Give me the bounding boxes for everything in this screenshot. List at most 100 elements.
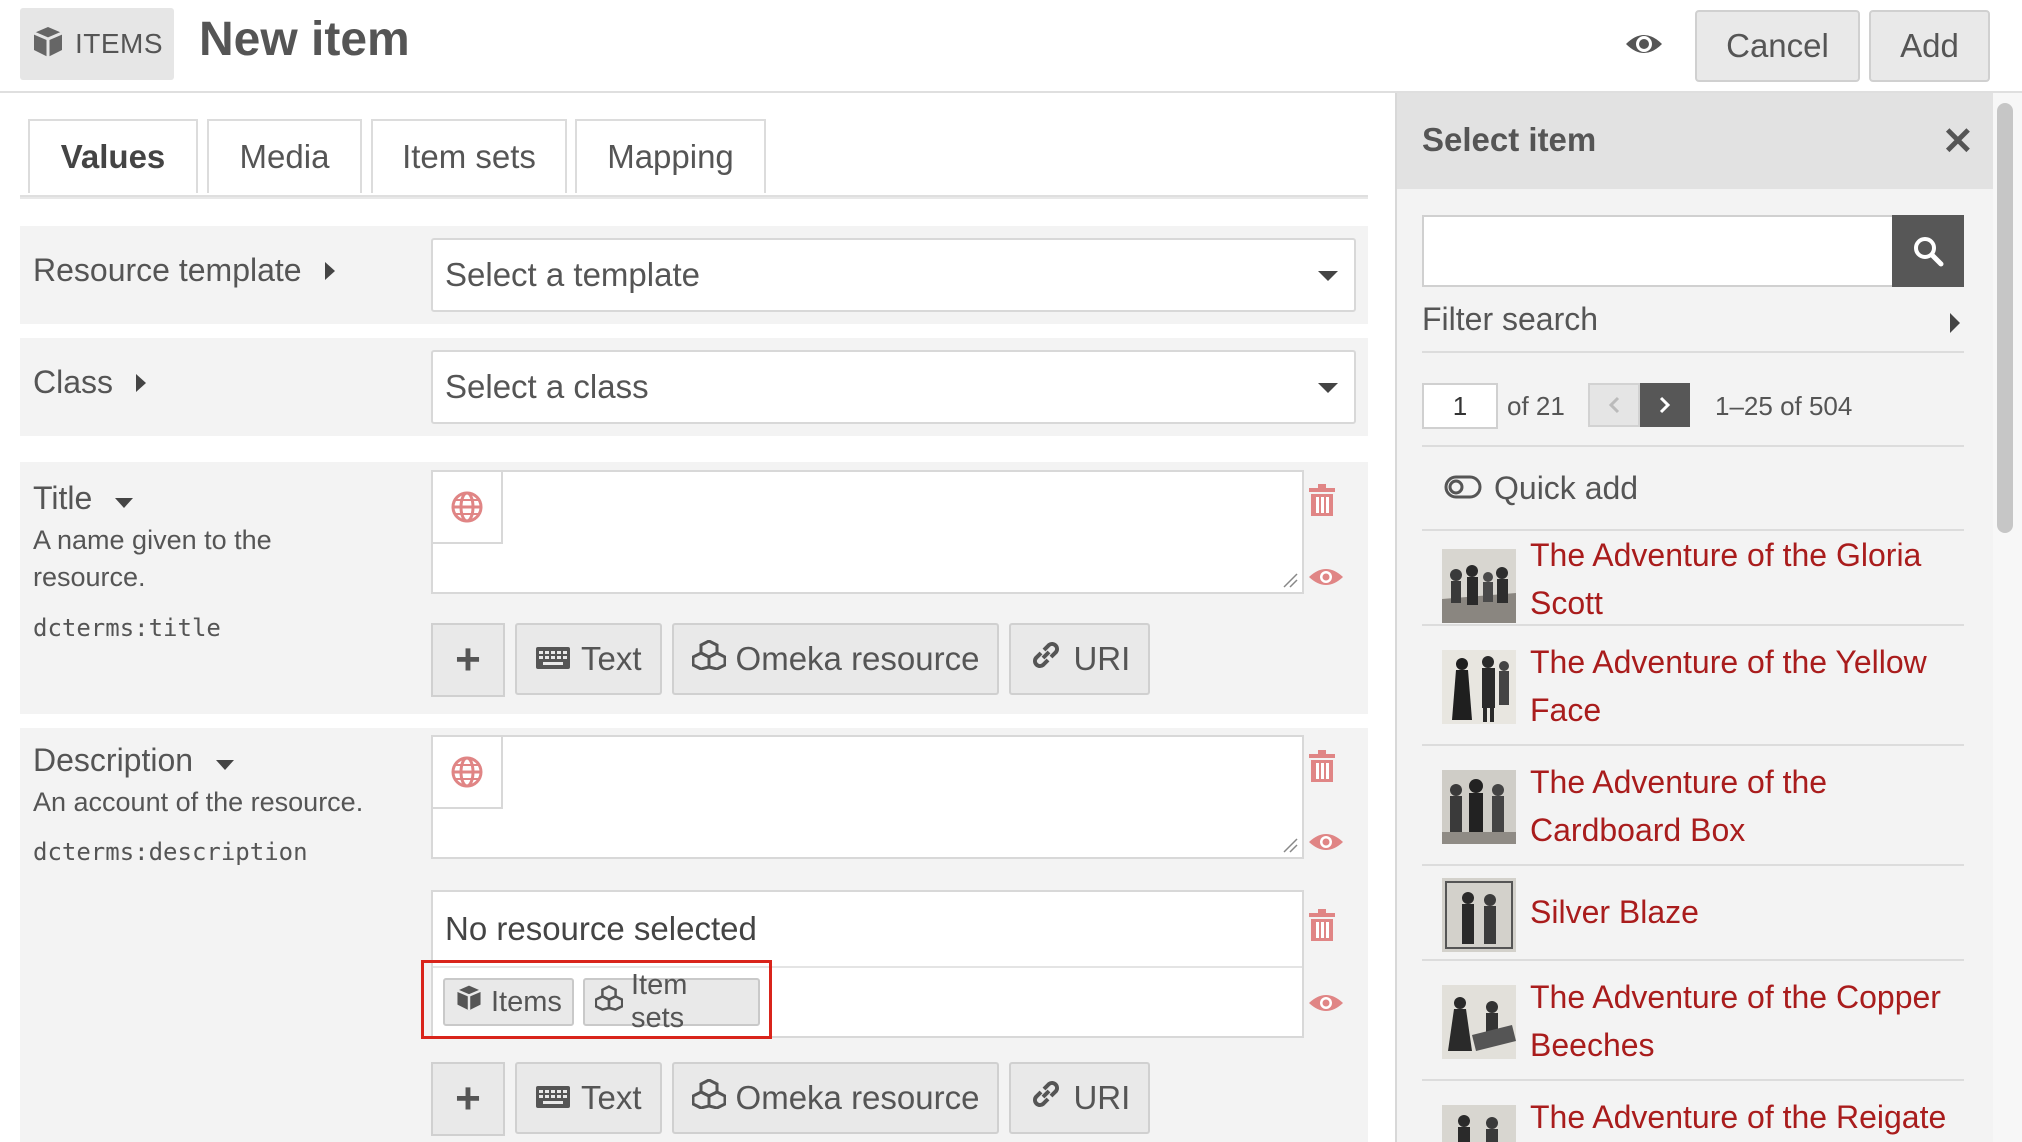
caret-down-icon[interactable] — [215, 742, 235, 779]
sidebar-scrollbar-thumb[interactable] — [1997, 103, 2013, 533]
link-icon — [1029, 1077, 1063, 1119]
caret-right-icon[interactable] — [135, 364, 147, 401]
tab-media[interactable]: Media — [207, 119, 362, 193]
results-range: 1–25 of 504 — [1715, 391, 1853, 421]
item-title-link[interactable]: The Adventure of the Gloria Scott — [1530, 531, 1960, 627]
chevron-left-icon — [1608, 396, 1620, 414]
eye-icon[interactable] — [1624, 28, 1664, 65]
eye-icon[interactable] — [1308, 829, 1344, 860]
resize-handle-icon[interactable] — [1282, 572, 1298, 588]
search-icon[interactable] — [1892, 215, 1964, 287]
list-item[interactable]: Silver Blaze — [1422, 866, 1964, 961]
quick-add-toggle[interactable]: Quick add — [1422, 447, 1964, 531]
previous-page-button[interactable] — [1588, 383, 1640, 427]
item-form: Values Media Item sets Mapping Resource … — [20, 95, 1368, 1142]
list-item[interactable]: The Adventure of the Copper Beeches — [1422, 961, 1964, 1081]
add-text-button[interactable]: Text — [515, 623, 662, 695]
title-add-value-bar: + Text Omeka resource URI — [431, 623, 1151, 697]
add-text-label: Text — [581, 640, 642, 677]
page-header: ITEMS New item Cancel Add — [0, 0, 2022, 93]
section-tabs: Values Media Item sets Mapping — [20, 119, 1368, 199]
add-omeka-resource-label: Omeka resource — [735, 640, 980, 677]
title-property-term: dcterms:title — [33, 614, 221, 642]
trash-icon[interactable] — [1308, 909, 1336, 948]
next-page-button[interactable] — [1640, 383, 1690, 427]
select-item-sets-button[interactable]: Item sets — [583, 969, 760, 1034]
description-property-description: An account of the resource. — [33, 787, 364, 817]
item-thumbnail — [1442, 878, 1516, 952]
tab-mapping[interactable]: Mapping — [575, 119, 766, 193]
add-uri-label: URI — [1073, 1079, 1131, 1116]
item-title-link[interactable]: The Adventure of the Cardboard Box — [1530, 758, 1960, 854]
resource-template-value: Select a template — [445, 256, 700, 293]
link-icon — [1029, 638, 1063, 680]
description-add-value-bar: + Text Omeka resource URI — [431, 1062, 1151, 1136]
description-property-row: Description An account of the resource. … — [20, 728, 1368, 1142]
list-item[interactable]: The Adventure of the Gloria Scott — [1422, 531, 1964, 626]
tab-item-sets[interactable]: Item sets — [371, 119, 567, 193]
select-items-label: Items — [491, 985, 562, 1018]
description-value-textarea[interactable] — [431, 735, 1304, 859]
class-select[interactable]: Select a class — [431, 350, 1356, 424]
resource-template-select[interactable]: Select a template — [431, 238, 1356, 312]
list-item[interactable]: The Adventure of the Reigate Squires — [1422, 1081, 1964, 1142]
item-title-link[interactable]: The Adventure of the Copper Beeches — [1530, 973, 1960, 1069]
add-omeka-resource-button[interactable]: Omeka resource — [671, 623, 1000, 695]
item-thumbnail — [1442, 650, 1516, 724]
add-value-plus-button[interactable]: + — [431, 623, 505, 697]
toggle-icon — [1444, 470, 1482, 507]
eye-icon[interactable] — [1308, 564, 1344, 595]
list-item[interactable]: The Adventure of the Yellow Face — [1422, 626, 1964, 746]
chevron-down-icon — [1318, 271, 1338, 281]
close-icon[interactable]: ✕ — [1942, 119, 1974, 164]
sidebar-pagination: 1 of 21 1–25 of 504 — [1422, 383, 1964, 447]
class-value: Select a class — [445, 368, 649, 405]
cancel-button[interactable]: Cancel — [1695, 10, 1860, 82]
add-omeka-resource-button[interactable]: Omeka resource — [671, 1062, 1000, 1134]
chevron-down-icon — [1318, 383, 1338, 393]
add-value-plus-button[interactable]: + — [431, 1062, 505, 1136]
title-property-row: Title A name given to the resource. dcte… — [20, 462, 1368, 714]
sidebar-search-input[interactable] — [1422, 215, 1897, 287]
list-item[interactable]: The Adventure of the Cardboard Box — [1422, 746, 1964, 866]
select-item-sets-label: Item sets — [631, 969, 688, 1034]
select-item-sidebar: Select item ✕ Filter search 1 of 21 1–25… — [1395, 93, 2022, 1142]
add-uri-button[interactable]: URI — [1009, 1062, 1151, 1134]
page-number-input[interactable]: 1 — [1422, 383, 1498, 429]
caret-right-icon — [1950, 313, 1960, 333]
trash-icon[interactable] — [1308, 750, 1336, 789]
items-section-badge[interactable]: ITEMS — [20, 8, 174, 80]
resize-handle-icon[interactable] — [1282, 837, 1298, 853]
item-title-link[interactable]: Silver Blaze — [1530, 888, 1960, 936]
select-items-button[interactable]: Items — [443, 978, 574, 1026]
globe-icon[interactable] — [433, 737, 503, 809]
tab-values[interactable]: Values — [28, 119, 198, 193]
filter-search-toggle[interactable]: Filter search — [1422, 301, 1964, 353]
caret-down-icon[interactable] — [114, 480, 134, 517]
keyboard-icon — [535, 1079, 571, 1117]
add-text-button[interactable]: Text — [515, 1062, 662, 1134]
item-thumbnail — [1442, 1105, 1516, 1142]
trash-icon[interactable] — [1308, 484, 1336, 523]
cube-icon — [455, 984, 483, 1020]
filter-search-label: Filter search — [1422, 301, 1599, 337]
eye-icon[interactable] — [1308, 990, 1344, 1021]
items-badge-label: ITEMS — [74, 28, 164, 59]
caret-right-icon[interactable] — [324, 252, 336, 289]
item-title-link[interactable]: The Adventure of the Yellow Face — [1530, 638, 1960, 734]
add-button[interactable]: Add — [1869, 10, 1990, 82]
add-uri-button[interactable]: URI — [1009, 623, 1151, 695]
globe-icon[interactable] — [433, 472, 503, 544]
add-text-label: Text — [581, 1079, 642, 1116]
title-property-label: Title — [33, 480, 93, 516]
page-title: New item — [199, 13, 410, 66]
sidebar-header: Select item ✕ — [1397, 93, 1993, 189]
cubes-icon — [691, 1078, 727, 1117]
keyboard-icon — [535, 640, 571, 678]
item-title-link[interactable]: The Adventure of the Reigate Squires — [1530, 1093, 1960, 1142]
class-label: Class — [33, 364, 114, 400]
title-property-description: A name given to the resource. — [33, 525, 272, 592]
chevron-right-icon — [1659, 396, 1671, 414]
description-property-term: dcterms:description — [33, 838, 308, 866]
title-value-textarea[interactable] — [431, 470, 1304, 594]
